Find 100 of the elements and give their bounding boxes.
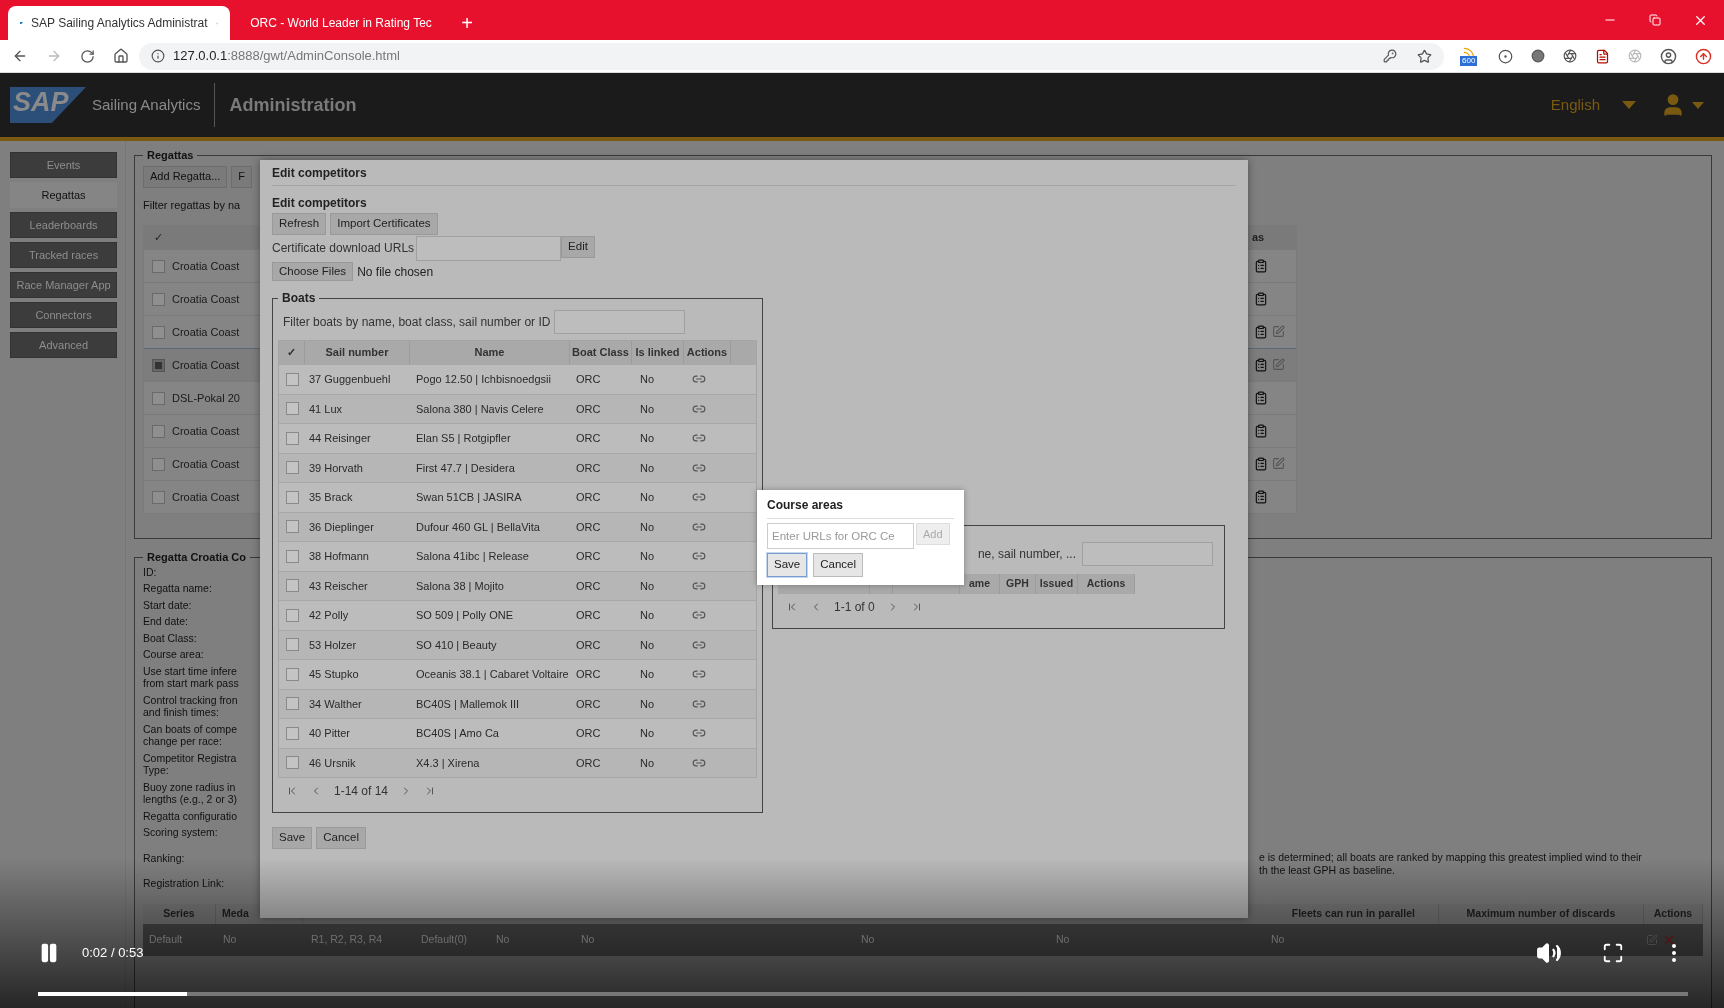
clipboard-icon[interactable] [1254,457,1268,471]
checkbox[interactable] [151,424,165,438]
checkbox[interactable] [151,292,165,306]
toolbar-button[interactable]: F [231,165,253,188]
update-icon[interactable] [1695,47,1712,65]
table-cell-text: ORC [575,372,602,387]
extension-icon[interactable] [1498,48,1513,64]
home-icon[interactable] [113,48,129,64]
sidebar-item[interactable]: Connectors [10,302,118,328]
dialog-button[interactable]: Import Certificates [330,213,438,235]
cancel-button[interactable]: Cancel [813,553,864,577]
table-cell-text: 46 Ursnik [308,755,357,771]
sidebar-item[interactable]: Race Manager App [10,272,118,298]
video-progress-bar[interactable] [38,992,1688,996]
url-input-field[interactable]: Enter URLs for ORC Ce [767,523,914,549]
field-label: Scoring system: [143,826,219,839]
language-selector[interactable]: English [1550,93,1600,117]
edit-icon[interactable] [1272,457,1285,470]
clipboard-icon[interactable] [1254,259,1268,273]
checkbox[interactable] [151,259,165,273]
key-icon[interactable] [1383,49,1397,63]
pdf-icon[interactable] [1595,48,1610,64]
clipboard-icon[interactable] [1254,358,1268,372]
clipboard-icon[interactable] [1254,292,1268,306]
table-cell-text: Croatia Coast [172,489,241,505]
volume-icon[interactable] [1536,940,1562,966]
column-header: Actions [1643,903,1703,924]
table-cell-text: 34 Walther [308,696,363,712]
table-cell-text: ORC [575,549,602,564]
table-cell-text: ORC [575,755,602,771]
input-field[interactable] [416,236,562,261]
table-cell-text: No [639,578,656,594]
address-bar[interactable]: 127.0.0.1:8888/gwt/AdminConsole.html [139,42,1444,70]
sidebar-item[interactable]: Tracked races [10,242,118,268]
checkbox[interactable] [285,667,299,681]
checkbox[interactable] [151,325,165,339]
reload-icon[interactable] [80,48,95,64]
table-cell-text: SO 410 | Beauty [415,637,498,653]
dropdown-caret-icon[interactable] [1622,101,1636,109]
table-cell-text: No [639,726,656,741]
checkbox[interactable] [285,697,299,711]
checkbox[interactable] [285,549,299,563]
table-cell-text: ORC [575,637,602,653]
checkbox[interactable] [285,756,299,770]
browser-tab[interactable]: SAP Sailing Analytics Administrat [8,6,230,40]
product-name: Sailing Analytics [92,94,201,115]
checkbox[interactable] [285,431,299,445]
checkbox[interactable] [285,461,299,475]
field-label: End date: [143,615,189,628]
field-label: ID: [143,565,158,578]
edit-button[interactable]: Edit [561,236,595,258]
checkbox[interactable] [285,490,299,504]
checkbox[interactable] [285,638,299,652]
checkbox[interactable] [285,402,299,416]
checkbox[interactable] [285,372,299,386]
table-cell-text: Croatia Coast [172,456,241,472]
dialog-button[interactable]: Cancel [316,827,367,849]
extension-icon[interactable] [1563,49,1577,63]
choose-files-button[interactable]: Choose Files [272,262,354,281]
video-time: 0:02 / 0:53 [82,944,144,963]
toolbar-button[interactable]: Add Regatta... [143,165,228,188]
sidebar-item[interactable]: Regattas [10,182,118,208]
sidebar-item[interactable]: Events [10,152,118,178]
back-icon[interactable] [12,48,28,64]
checkbox[interactable] [285,520,299,534]
checkbox[interactable] [151,391,165,405]
edit-icon[interactable] [1272,325,1285,338]
checkbox[interactable] [285,608,299,622]
checkbox[interactable] [151,358,165,372]
clipboard-icon[interactable] [1254,490,1268,504]
browser-tab[interactable]: ORC - World Leader in Rating Tec [230,6,452,40]
dialog-button[interactable]: Refresh [272,213,327,235]
profile-icon[interactable] [1660,47,1677,65]
first-page-icon[interactable] [286,785,298,797]
clipboard-icon[interactable] [1254,325,1268,339]
filter-field[interactable] [554,310,686,334]
sidebar-item[interactable]: Advanced [10,332,118,358]
filter-field[interactable] [1082,542,1213,566]
checkbox[interactable] [151,490,165,504]
field-label: Control tracking fron and finish times: [143,693,239,719]
field-label: Ranking: [143,851,186,864]
sidebar-item[interactable]: Leaderboards [10,212,118,238]
table-cell-text: 40 Pitter [308,726,351,741]
fullscreen-icon[interactable] [1602,942,1624,964]
table-cell-text: ORC [575,431,602,446]
table-cell-text: No [639,696,656,712]
table-cell: No [581,932,595,945]
dropdown-caret-icon[interactable] [1692,101,1704,109]
clipboard-icon[interactable] [1254,424,1268,438]
extension-icon[interactable] [1531,49,1545,63]
bookmark-star-icon[interactable] [1417,48,1432,64]
checkbox[interactable] [285,579,299,593]
first-page-icon[interactable] [786,601,798,613]
dialog-button[interactable]: Save [272,827,313,849]
checkbox[interactable] [285,726,299,740]
restore-icon[interactable] [1649,14,1661,26]
save-button[interactable]: Save [767,553,808,577]
clipboard-icon[interactable] [1254,391,1268,405]
checkbox[interactable] [151,457,165,471]
new-tab-button[interactable]: + [452,6,482,40]
